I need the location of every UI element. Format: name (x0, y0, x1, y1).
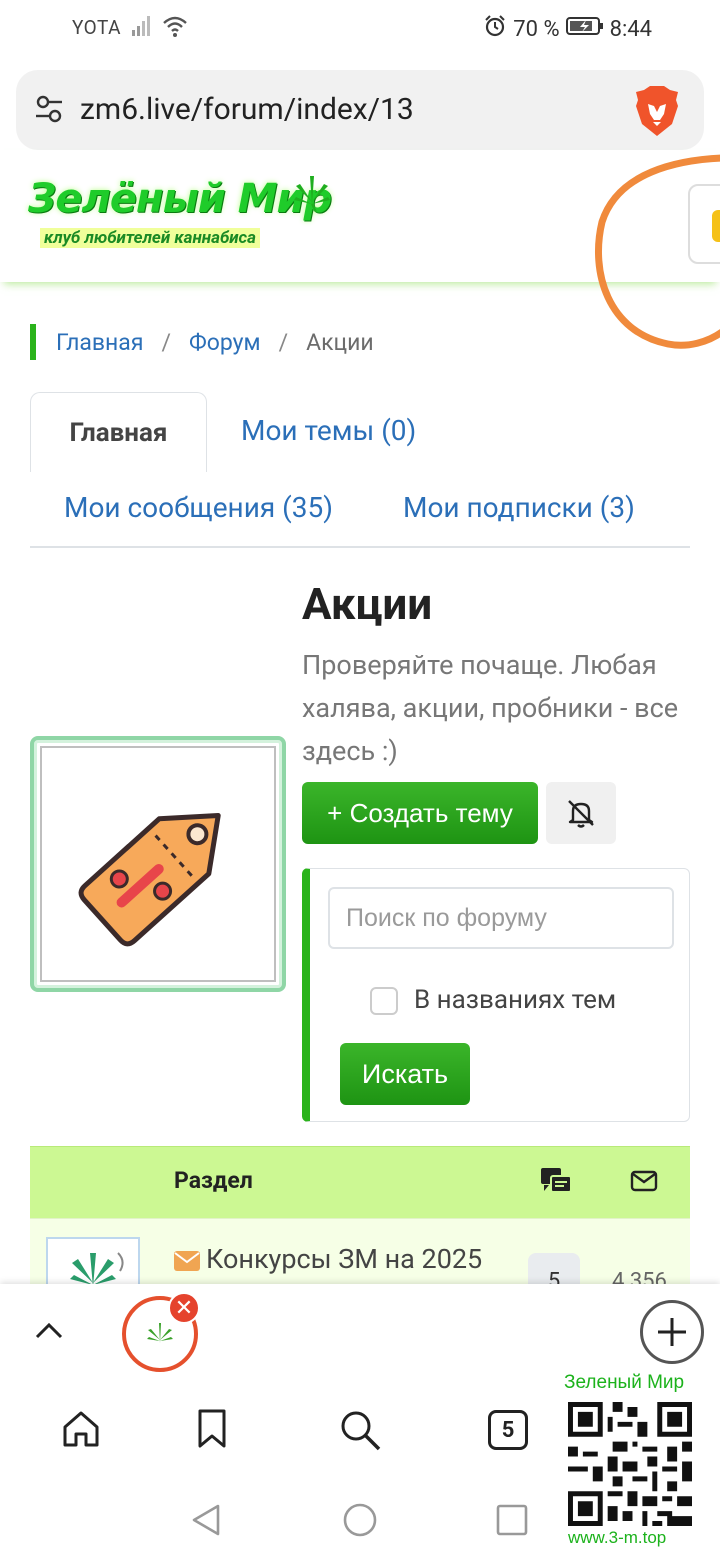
forum-description: Проверяйте почаще. Любая халява, акции, … (302, 649, 679, 767)
plus-icon (658, 1318, 686, 1346)
title-only-label[interactable]: В названиях тем (414, 985, 616, 1015)
battery-percent: 70 % (513, 16, 560, 42)
breadcrumb-forum[interactable]: Форум (189, 329, 261, 356)
discount-tag-icon (78, 812, 221, 947)
logo-title: Зелёный Мир (28, 176, 332, 222)
logo-subtitle: клуб любителей каннабиса (40, 228, 260, 248)
messages-icon (630, 1169, 658, 1197)
cannabis-leaf-icon (292, 172, 332, 216)
site-logo[interactable]: Зелёный Мир клуб любителей каннабиса (26, 172, 336, 258)
envelope-icon (174, 1251, 200, 1275)
site-settings-icon[interactable] (34, 94, 64, 128)
topics-icon (540, 1167, 572, 1199)
site-header: Зелёный Мир клуб любителей каннабиса (0, 150, 720, 282)
table-header: Раздел (30, 1146, 690, 1218)
close-tab-icon[interactable]: ✕ (168, 1292, 200, 1324)
qr-code-icon (568, 1402, 692, 1526)
breadcrumb-current: Акции (306, 328, 374, 356)
clock: 8:44 (609, 16, 652, 42)
tab-my-subscriptions[interactable]: Мои подписки (3) (403, 491, 635, 524)
breadcrumb-separator: / (161, 328, 171, 356)
alarm-icon (483, 14, 507, 44)
carrier-label: YOTA (72, 16, 121, 39)
bookmark-icon[interactable] (196, 1408, 228, 1454)
tabs-divider (30, 546, 690, 548)
forum-title: Акции (302, 578, 433, 630)
signal-icon (130, 14, 154, 42)
header-menu-button[interactable] (688, 184, 720, 264)
tab-my-topics[interactable]: Мои темы (0) (241, 414, 416, 447)
create-topic-button[interactable]: + Создать тему (302, 782, 538, 844)
tab-my-messages[interactable]: Мои сообщения (35) (64, 491, 333, 524)
subscribe-toggle[interactable] (546, 782, 616, 844)
section-link[interactable]: Конкурсы ЗМ на 2025 (206, 1243, 482, 1275)
status-bar: YOTA 70 % 8:44 (0, 0, 720, 56)
watermark-url: www.3-m.top (568, 1528, 667, 1547)
forum-image (30, 736, 286, 992)
tabs-count-button[interactable]: 5 (488, 1410, 528, 1450)
breadcrumb-separator: / (278, 328, 289, 356)
new-tab-button[interactable] (640, 1300, 704, 1364)
recents-nav-icon[interactable] (494, 1502, 530, 1542)
cannabis-leaf-icon (147, 1323, 173, 1343)
forum-search-input[interactable] (328, 887, 674, 949)
home-icon[interactable] (60, 1408, 102, 1454)
search-icon[interactable] (338, 1408, 382, 1456)
column-section: Раздел (174, 1167, 253, 1194)
search-button[interactable]: Искать (340, 1043, 470, 1105)
brave-shield-icon[interactable] (634, 86, 680, 140)
home-nav-icon[interactable] (342, 1502, 378, 1542)
back-nav-icon[interactable] (188, 1502, 224, 1542)
address-bar[interactable]: zm6.live/forum/index/13 (16, 70, 704, 150)
url-text[interactable]: zm6.live/forum/index/13 (80, 92, 414, 127)
bell-off-icon (568, 800, 594, 828)
title-only-checkbox[interactable] (370, 987, 398, 1015)
watermark: Зеленый Мир www.3-m.top (560, 1370, 702, 1552)
forum-search-panel: В названиях тем Искать (302, 868, 690, 1122)
tab-main[interactable]: Главная (30, 392, 207, 472)
breadcrumb: Главная / Форум / Акции (30, 324, 374, 360)
chevron-up-icon[interactable] (34, 1320, 64, 1344)
watermark-title: Зеленый Мир (564, 1372, 685, 1393)
battery-icon (565, 15, 604, 43)
breadcrumb-home[interactable]: Главная (56, 329, 143, 356)
wifi-icon (162, 14, 188, 42)
